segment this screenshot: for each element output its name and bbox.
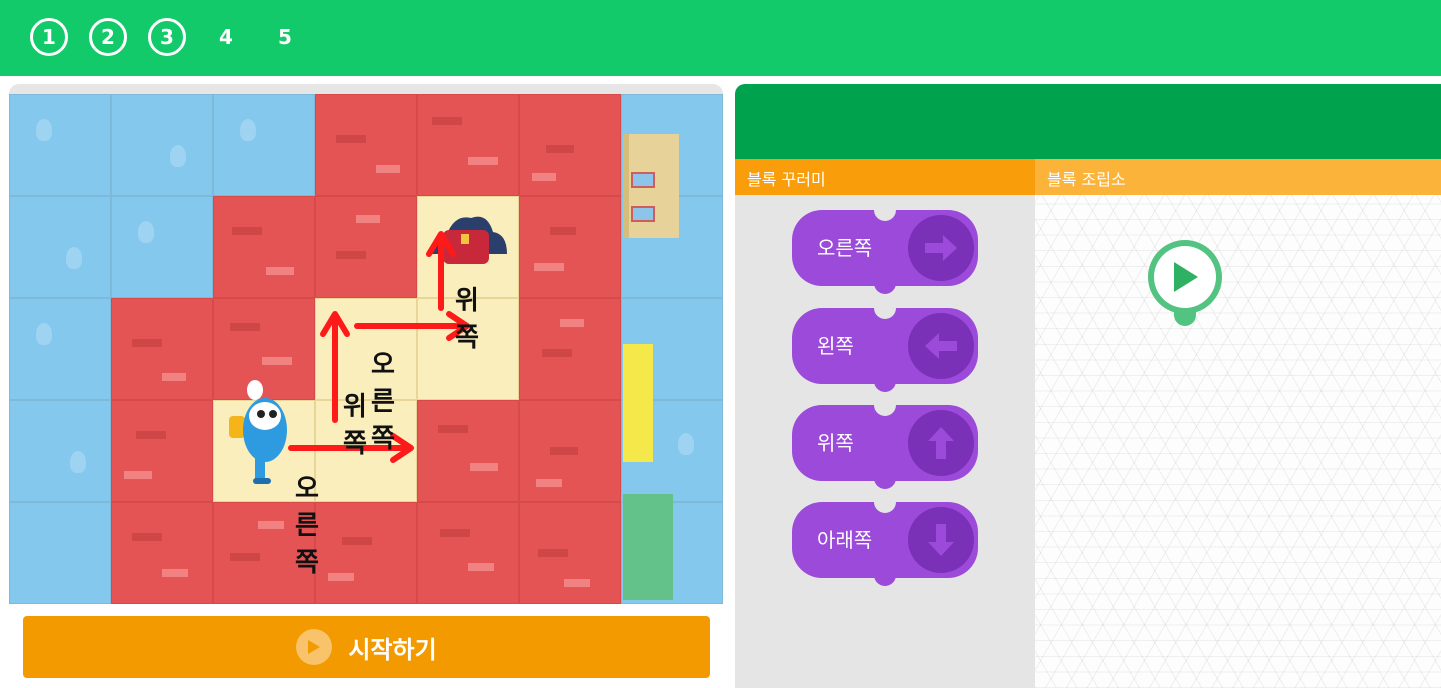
- play-icon: [1174, 262, 1198, 292]
- hint-label-right-2: 오른쪽: [371, 350, 395, 454]
- hint-arrows: [288, 231, 470, 463]
- step-indicator: 1 2 3 4 5: [30, 18, 325, 56]
- game-stage: 오른쪽 위쪽 오른쪽 위쪽: [9, 84, 723, 604]
- arrow-right-icon: [908, 215, 974, 281]
- arrow-up-icon: [908, 410, 974, 476]
- hint-label-right-1: 오른쪽: [295, 474, 319, 578]
- block-left[interactable]: 왼쪽: [792, 305, 978, 392]
- block-up[interactable]: 위쪽: [792, 402, 978, 489]
- hint-label-up-2: 위쪽: [455, 286, 479, 353]
- top-bar: 1 2 3 4 5: [0, 0, 1441, 76]
- editor-header: [735, 84, 1441, 159]
- block-workspace[interactable]: [1035, 195, 1441, 688]
- step-4[interactable]: 4: [207, 18, 245, 56]
- step-2[interactable]: 2: [89, 18, 127, 56]
- start-button-label: 시작하기: [348, 635, 437, 664]
- arrow-left-icon: [908, 313, 974, 379]
- step-1[interactable]: 1: [30, 18, 68, 56]
- palette-title: 블록 꾸러미: [735, 159, 1035, 195]
- block-up-label: 위쪽: [817, 431, 854, 455]
- start-block[interactable]: [1148, 240, 1222, 326]
- play-icon: [296, 629, 333, 665]
- hint-label-up-1: 위쪽: [343, 392, 367, 459]
- block-down[interactable]: 아래쪽: [792, 499, 978, 586]
- block-right-label: 오른쪽: [817, 236, 873, 260]
- block-down-label: 아래쪽: [817, 528, 873, 552]
- block-right[interactable]: 오른쪽: [792, 207, 978, 294]
- step-5[interactable]: 5: [266, 18, 304, 56]
- step-3[interactable]: 3: [148, 18, 186, 56]
- start-button[interactable]: 시작하기: [23, 616, 710, 678]
- workspace-title: 블록 조립소: [1035, 159, 1441, 195]
- arrow-down-icon: [908, 507, 974, 573]
- block-left-label: 왼쪽: [817, 334, 854, 358]
